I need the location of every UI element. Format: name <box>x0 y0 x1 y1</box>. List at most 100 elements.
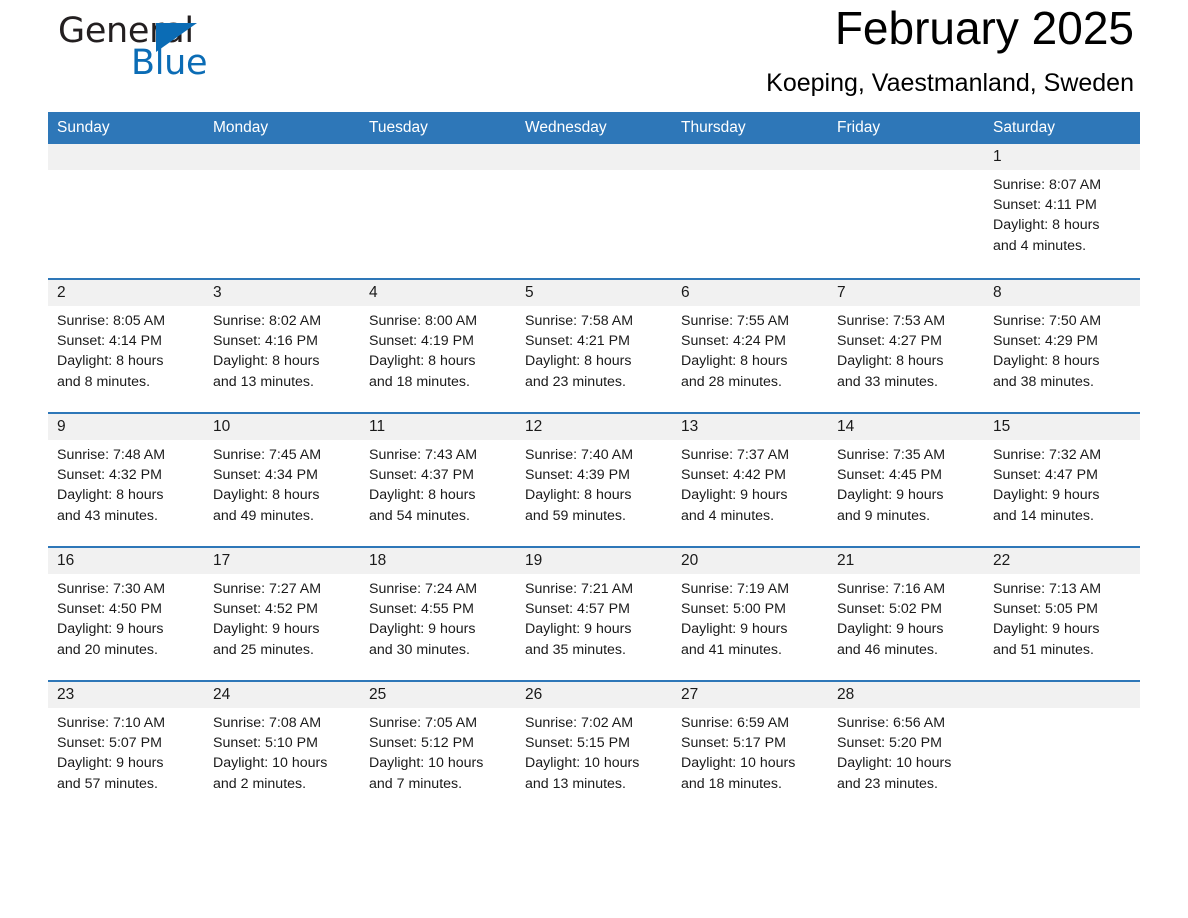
daylight-text-line2: and 57 minutes. <box>57 775 158 792</box>
daylight-text-line1: Daylight: 8 hours <box>369 353 476 370</box>
day-details: Sunrise: 7:13 AM Sunset: 5:05 PM Daylight:… <box>984 574 1140 660</box>
sunset-text: Sunset: 4:34 PM <box>213 467 318 484</box>
sunrise-text: Sunrise: 7:08 AM <box>213 715 322 731</box>
calendar-day-cell[interactable]: 9 Sunrise: 7:48 AM Sunset: 4:32 PM Daylight… <box>48 414 204 546</box>
calendar-day-cell[interactable]: 18 Sunrise: 7:24 AM Sunset: 4:55 PM Dayligh… <box>360 548 516 680</box>
calendar-day-cell[interactable]: 27 Sunrise: 6:59 AM Sunset: 5:17 PM Dayligh… <box>672 682 828 814</box>
day-number-band: 25 <box>360 682 516 708</box>
day-details: Sunrise: 7:08 AM Sunset: 5:10 PM Daylight:… <box>204 708 360 794</box>
calendar-day-cell[interactable]: 14 Sunrise: 7:35 AM Sunset: 4:45 PM Dayligh… <box>828 414 984 546</box>
daylight-text-line2: and 4 minutes. <box>993 237 1087 254</box>
calendar-day-cell[interactable]: 12 Sunrise: 7:40 AM Sunset: 4:39 PM Dayligh… <box>516 414 672 546</box>
sunrise-text: Sunrise: 7:21 AM <box>525 581 634 597</box>
day-number-band: 23 <box>48 682 204 708</box>
sunset-text: Sunset: 4:27 PM <box>837 333 942 350</box>
daylight-text-line2: and 7 minutes. <box>369 775 463 792</box>
sunrise-text: Sunrise: 8:05 AM <box>57 313 166 329</box>
calendar-day-cell[interactable]: 5 Sunrise: 7:58 AM Sunset: 4:21 PM Daylight… <box>516 280 672 412</box>
daylight-text-line1: Daylight: 8 hours <box>993 217 1100 234</box>
daylight-text-line1: Daylight: 9 hours <box>837 621 944 638</box>
sunrise-text: Sunrise: 8:00 AM <box>369 313 478 329</box>
calendar-day-cell[interactable]: 6 Sunrise: 7:55 AM Sunset: 4:24 PM Daylight… <box>672 280 828 412</box>
calendar-day-cell[interactable]: 10 Sunrise: 7:45 AM Sunset: 4:34 PM Dayligh… <box>204 414 360 546</box>
day-number-band: 2 <box>48 280 204 306</box>
sunset-text: Sunset: 4:39 PM <box>525 467 630 484</box>
daylight-text-line2: and 18 minutes. <box>681 775 782 792</box>
calendar-day-cell[interactable]: 23 Sunrise: 7:10 AM Sunset: 5:07 PM Dayligh… <box>48 682 204 814</box>
weekday-header-saturday: Saturday <box>993 119 1056 136</box>
sunrise-text: Sunrise: 8:07 AM <box>993 177 1102 193</box>
calendar-day-cell[interactable]: 28 Sunrise: 6:56 AM Sunset: 5:20 PM Dayligh… <box>828 682 984 814</box>
daylight-text-line2: and 35 minutes. <box>525 641 626 658</box>
calendar-day-cell[interactable]: 22 Sunrise: 7:13 AM Sunset: 5:05 PM Dayligh… <box>984 548 1140 680</box>
sunrise-text: Sunrise: 6:56 AM <box>837 715 946 731</box>
sunset-text: Sunset: 4:47 PM <box>993 467 1098 484</box>
daylight-text-line1: Daylight: 8 hours <box>837 353 944 370</box>
day-number-band: 1 <box>984 144 1140 170</box>
calendar-day-cell-empty <box>360 144 516 278</box>
weekday-header-sunday: Sunday <box>57 119 110 136</box>
calendar-day-cell[interactable]: 19 Sunrise: 7:21 AM Sunset: 4:57 PM Dayligh… <box>516 548 672 680</box>
calendar-day-cell[interactable]: 15 Sunrise: 7:32 AM Sunset: 4:47 PM Dayligh… <box>984 414 1140 546</box>
daylight-text-line1: Daylight: 8 hours <box>57 487 164 504</box>
day-number: 4 <box>369 284 378 301</box>
day-number-band: 3 <box>204 280 360 306</box>
daylight-text-line2: and 18 minutes. <box>369 373 470 390</box>
calendar-day-cell[interactable]: 26 Sunrise: 7:02 AM Sunset: 5:15 PM Dayligh… <box>516 682 672 814</box>
calendar-day-cell[interactable]: 8 Sunrise: 7:50 AM Sunset: 4:29 PM Daylight… <box>984 280 1140 412</box>
day-number-band: 10 <box>204 414 360 440</box>
daylight-text-line1: Daylight: 10 hours <box>369 755 484 772</box>
daylight-text-line2: and 23 minutes. <box>525 373 626 390</box>
day-number-band: 15 <box>984 414 1140 440</box>
sunrise-text: Sunrise: 7:50 AM <box>993 313 1102 329</box>
daylight-text-line1: Daylight: 9 hours <box>837 487 944 504</box>
sunrise-text: Sunrise: 7:55 AM <box>681 313 790 329</box>
sunrise-text: Sunrise: 7:48 AM <box>57 447 166 463</box>
day-number: 14 <box>837 418 855 435</box>
sunset-text: Sunset: 4:32 PM <box>57 467 162 484</box>
calendar-day-cell[interactable]: 20 Sunrise: 7:19 AM Sunset: 5:00 PM Dayligh… <box>672 548 828 680</box>
weekday-header-wednesday: Wednesday <box>525 119 607 136</box>
sunset-text: Sunset: 4:16 PM <box>213 333 318 350</box>
daylight-text-line2: and 33 minutes. <box>837 373 938 390</box>
calendar-day-cell[interactable]: 7 Sunrise: 7:53 AM Sunset: 4:27 PM Daylight… <box>828 280 984 412</box>
day-number: 16 <box>57 552 75 569</box>
calendar-day-cell-empty <box>672 144 828 278</box>
daylight-text-line1: Daylight: 10 hours <box>525 755 640 772</box>
daylight-text-line2: and 43 minutes. <box>57 507 158 524</box>
sunrise-text: Sunrise: 7:05 AM <box>369 715 478 731</box>
sunset-text: Sunset: 4:37 PM <box>369 467 474 484</box>
daylight-text-line2: and 8 minutes. <box>57 373 151 390</box>
day-details: Sunrise: 7:40 AM Sunset: 4:39 PM Daylight:… <box>516 440 672 526</box>
generalblue-logo[interactable]: General Blue <box>58 12 268 92</box>
calendar-day-cell[interactable]: 11 Sunrise: 7:43 AM Sunset: 4:37 PM Dayligh… <box>360 414 516 546</box>
daylight-text-line2: and 4 minutes. <box>681 507 775 524</box>
calendar-day-cell[interactable]: 2 Sunrise: 8:05 AM Sunset: 4:14 PM Daylight… <box>48 280 204 412</box>
sunrise-text: Sunrise: 7:43 AM <box>369 447 478 463</box>
sunrise-text: Sunrise: 7:35 AM <box>837 447 946 463</box>
day-number-band <box>48 144 204 170</box>
day-number-band <box>360 144 516 170</box>
weekday-header-tuesday: Tuesday <box>369 119 428 136</box>
calendar-day-cell[interactable]: 17 Sunrise: 7:27 AM Sunset: 4:52 PM Dayligh… <box>204 548 360 680</box>
sunrise-text: Sunrise: 7:58 AM <box>525 313 634 329</box>
day-details: Sunrise: 7:21 AM Sunset: 4:57 PM Daylight:… <box>516 574 672 660</box>
calendar-day-cell[interactable]: 21 Sunrise: 7:16 AM Sunset: 5:02 PM Dayligh… <box>828 548 984 680</box>
calendar-day-cell[interactable]: 3 Sunrise: 8:02 AM Sunset: 4:16 PM Daylight… <box>204 280 360 412</box>
calendar-day-cell[interactable]: 1 Sunrise: 8:07 AM Sunset: 4:11 PM Daylight… <box>984 144 1140 278</box>
day-number: 7 <box>837 284 846 301</box>
day-number: 5 <box>525 284 534 301</box>
daylight-text-line2: and 46 minutes. <box>837 641 938 658</box>
daylight-text-line2: and 41 minutes. <box>681 641 782 658</box>
calendar-day-cell[interactable]: 13 Sunrise: 7:37 AM Sunset: 4:42 PM Dayligh… <box>672 414 828 546</box>
day-number-band: 6 <box>672 280 828 306</box>
calendar-week-row: 2 Sunrise: 8:05 AM Sunset: 4:14 PM Daylight… <box>48 278 1140 412</box>
calendar-day-cell[interactable]: 4 Sunrise: 8:00 AM Sunset: 4:19 PM Daylight… <box>360 280 516 412</box>
calendar-day-cell[interactable]: 16 Sunrise: 7:30 AM Sunset: 4:50 PM Dayligh… <box>48 548 204 680</box>
calendar-day-cell[interactable]: 24 Sunrise: 7:08 AM Sunset: 5:10 PM Dayligh… <box>204 682 360 814</box>
calendar-day-cell[interactable]: 25 Sunrise: 7:05 AM Sunset: 5:12 PM Dayligh… <box>360 682 516 814</box>
daylight-text-line2: and 51 minutes. <box>993 641 1094 658</box>
day-number-band <box>516 144 672 170</box>
sunset-text: Sunset: 5:12 PM <box>369 735 474 752</box>
daylight-text-line2: and 25 minutes. <box>213 641 314 658</box>
